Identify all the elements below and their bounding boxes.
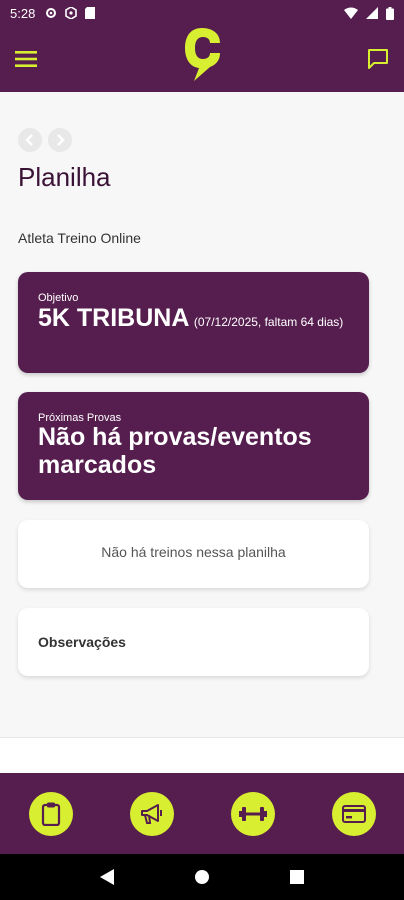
sd-card-icon <box>85 7 96 19</box>
athlete-type: Atleta Treino Online <box>18 230 141 246</box>
proximas-provas-label: Próximas Provas <box>38 412 122 424</box>
menu-button[interactable] <box>12 45 40 73</box>
nav-planilha-button[interactable] <box>28 791 73 836</box>
card-icon <box>341 804 366 823</box>
objetivo-details: (07/12/2025, faltam 64 dias) <box>193 315 344 329</box>
app-bar <box>0 26 404 92</box>
nav-announcements-button[interactable] <box>129 791 174 836</box>
observacoes-card[interactable]: Observações <box>18 608 369 676</box>
recents-square-icon <box>290 870 304 884</box>
treinos-card: Não há treinos nessa planilha <box>18 520 369 588</box>
clipboard-icon <box>41 802 60 826</box>
footer-spacer <box>0 737 404 773</box>
signal-icon <box>366 7 378 19</box>
battery-icon <box>386 6 394 20</box>
objetivo-name: 5K TRIBUNA <box>38 304 190 332</box>
main-content: Planilha Atleta Treino Online Objetivo 5… <box>0 92 404 737</box>
next-button[interactable] <box>48 128 72 152</box>
gear-icon <box>46 8 57 18</box>
back-triangle-icon <box>100 869 114 885</box>
objetivo-label: Objetivo <box>38 292 79 304</box>
chat-button[interactable] <box>364 45 392 73</box>
menu-icon <box>15 51 37 67</box>
system-nav-bar <box>0 854 404 900</box>
previous-button[interactable] <box>18 128 42 152</box>
status-time: 5:28 <box>10 5 36 21</box>
chevron-left-icon <box>25 134 33 146</box>
objetivo-card: Objetivo 5K TRIBUNA (07/12/2025, faltam … <box>18 272 369 373</box>
nav-workouts-button[interactable] <box>230 791 275 836</box>
back-button[interactable] <box>100 869 114 885</box>
page-title: Planilha <box>18 162 111 192</box>
week-navigation <box>18 128 72 152</box>
megaphone-icon <box>140 803 162 824</box>
chevron-right-icon <box>57 134 65 146</box>
home-circle-icon <box>195 870 209 884</box>
chat-icon <box>368 49 388 69</box>
treinos-empty-message: Não há treinos nessa planilha <box>101 544 286 560</box>
objetivo-content: 5K TRIBUNA (07/12/2025, faltam 64 dias) <box>18 304 369 333</box>
app-logo <box>185 28 220 81</box>
nav-payments-button[interactable] <box>331 791 376 836</box>
proximas-provas-card: Próximas Provas Não há provas/eventos ma… <box>18 392 369 500</box>
recents-button[interactable] <box>290 870 304 884</box>
bottom-nav <box>0 773 404 854</box>
dumbbell-icon <box>238 806 267 821</box>
home-button[interactable] <box>194 869 210 885</box>
observacoes-title: Observações <box>38 634 126 650</box>
wifi-icon <box>344 7 358 19</box>
status-bar: 5:28 <box>0 0 404 26</box>
settings-alt-icon <box>65 7 78 19</box>
proximas-provas-message: Não há provas/eventos marcados <box>38 423 312 479</box>
